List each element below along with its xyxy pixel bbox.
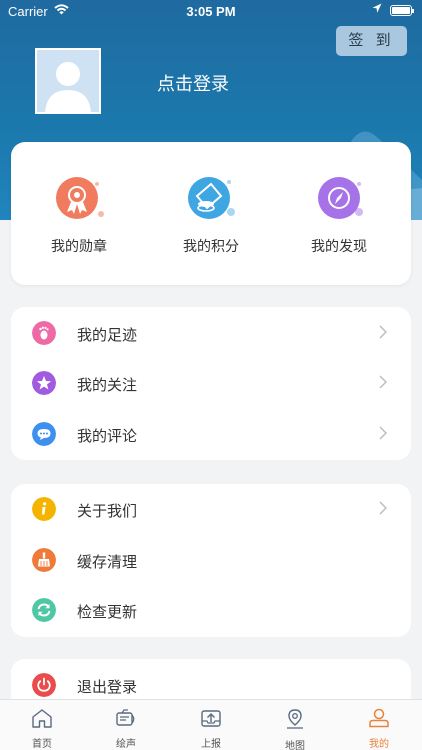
chevron-right-icon [379,325,387,339]
menu-item-label: 缓存清理 [77,554,138,571]
footprint-icon [32,321,56,345]
status-bar: Carrier 3:05 PM [0,0,422,22]
power-icon [32,673,56,697]
tab-label: 首页 [32,739,52,750]
menu-item-label: 退出登录 [77,679,138,696]
comment-icon [32,422,56,446]
menu-item-label: 我的评论 [77,428,138,445]
tab-bar: 首页 绘声 上报 地图 我的 [0,699,422,750]
coins-icon [181,174,241,230]
checkin-button[interactable]: 签 到 [336,26,407,56]
menu-item-clear-cache[interactable]: 缓存清理 [11,535,411,585]
location-arrow-icon [372,3,382,13]
upload-icon [201,710,221,727]
tab-map[interactable]: 地图 [253,700,337,750]
chevron-right-icon [379,426,387,440]
tab-label: 地图 [285,741,305,750]
profile-icon [369,708,389,728]
home-icon [32,709,52,728]
login-prompt[interactable]: 点击登录 [157,70,229,96]
menu-item-label: 检查更新 [77,604,138,621]
menu-item-follows[interactable]: 我的关注 [11,358,411,408]
star-icon [32,371,56,395]
broom-icon [32,548,56,572]
feature-card: 我的勋章 我的积分 我的发现 [11,142,411,285]
tab-label: 绘声 [116,739,136,750]
menu-item-about[interactable]: 关于我们 [11,484,411,534]
activity-menu: 我的足迹 我的关注 我的评论 [11,307,411,460]
tab-home[interactable]: 首页 [0,700,84,750]
menu-item-label: 我的关注 [77,377,138,394]
menu-item-label: 我的足迹 [77,327,138,344]
feature-label: 我的勋章 [51,238,107,254]
tab-report[interactable]: 上报 [169,700,253,750]
tab-mine[interactable]: 我的 [337,700,421,750]
tab-label: 上报 [201,739,221,750]
menu-item-footprints[interactable]: 我的足迹 [11,308,411,358]
compass-icon [309,174,369,230]
feature-label: 我的发现 [311,238,367,254]
status-time: 3:05 PM [186,4,236,19]
audio-icon [116,709,135,726]
menu-item-label: 关于我们 [77,503,138,520]
tab-audio[interactable]: 绘声 [84,700,168,750]
settings-menu: 关于我们 缓存清理 检查更新 [11,484,411,637]
feature-label: 我的积分 [183,238,239,254]
chevron-right-icon [379,501,387,515]
menu-item-comments[interactable]: 我的评论 [11,409,411,459]
feature-points[interactable]: 我的积分 [151,174,271,256]
chevron-right-icon [379,375,387,389]
medal-icon [49,174,109,230]
feature-discover[interactable]: 我的发现 [279,174,399,256]
avatar[interactable] [35,48,101,114]
menu-item-check-update[interactable]: 检查更新 [11,585,411,635]
tab-label: 我的 [369,739,389,750]
feature-medals[interactable]: 我的勋章 [19,174,139,256]
avatar-placeholder-icon [37,50,99,112]
map-pin-icon [287,709,303,729]
info-icon [32,497,56,521]
refresh-icon [32,598,56,622]
battery-icon [390,5,414,16]
